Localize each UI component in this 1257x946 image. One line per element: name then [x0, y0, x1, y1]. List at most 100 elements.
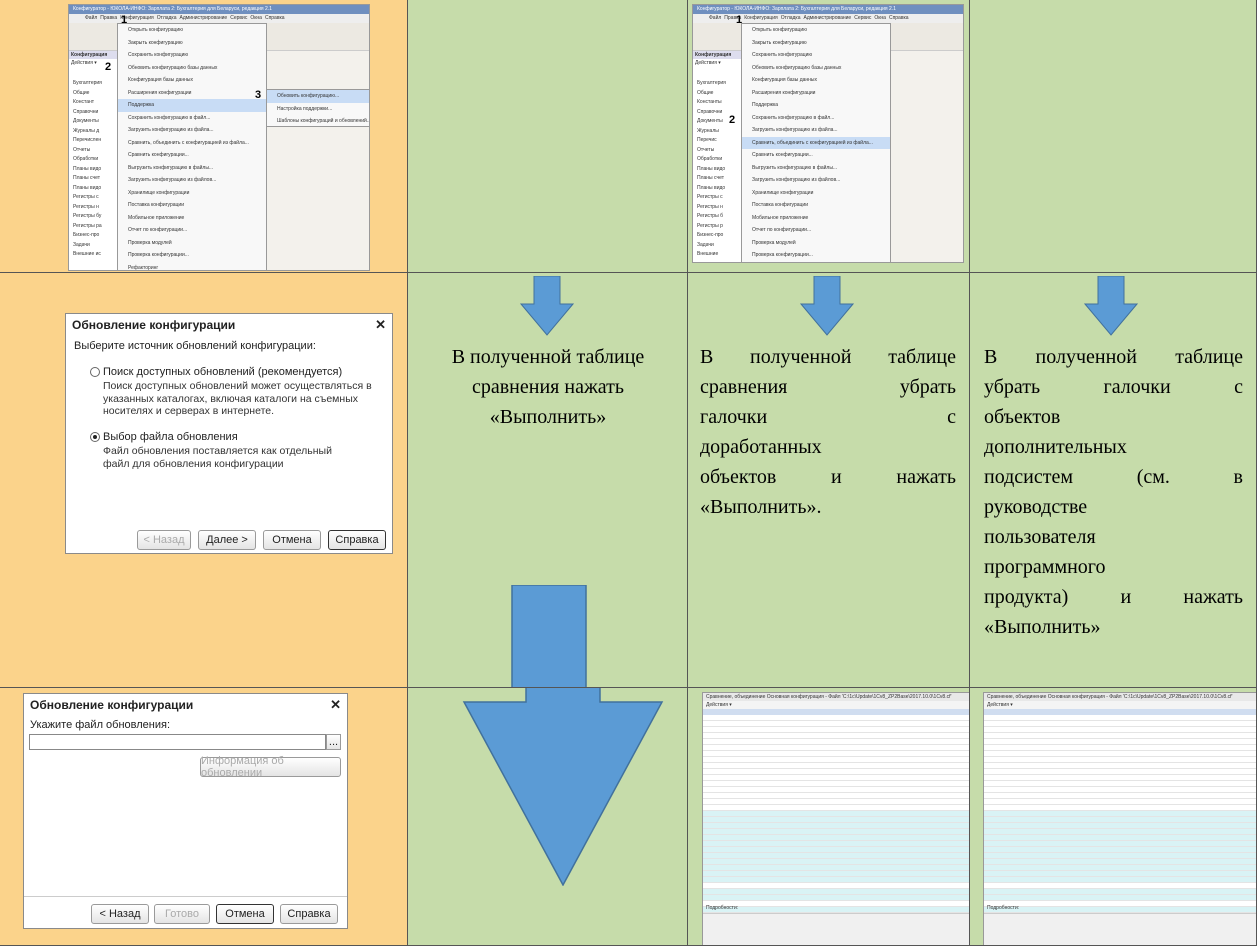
menu-item[interactable]: Обновить конфигурацию... [267, 90, 369, 103]
menu-item[interactable]: Загрузить конфигурацию из файла... [742, 124, 890, 137]
menubar-item[interactable]: Администрирование [804, 14, 852, 23]
done-button[interactable]: Готово [154, 904, 210, 924]
panel-actions[interactable]: Действия ▾ [693, 59, 742, 67]
menu-item[interactable]: Хранилище конфигурации [742, 187, 890, 200]
menubar-item[interactable]: Справка [889, 14, 909, 23]
radio-search-updates[interactable]: Поиск доступных обновлений (рекомендуетс… [90, 366, 342, 378]
close-icon[interactable]: ✕ [330, 697, 341, 713]
menubar-item[interactable]: Сервис [854, 14, 871, 23]
menu-item[interactable]: Отчет по конфигурации... [118, 224, 266, 237]
menu-item[interactable]: Закрыть конфигурацию [742, 37, 890, 50]
menu-item[interactable]: Хранилище конфигурации [118, 187, 266, 200]
menu-item[interactable]: Поставка конфигурации [742, 199, 890, 212]
menu-item[interactable]: Расширения конфигурации [118, 87, 266, 100]
menu-item[interactable]: Обновить конфигурацию базы данных [742, 62, 890, 75]
menu-item[interactable]: Сохранить конфигурацию [742, 49, 890, 62]
tree-item[interactable]: Бухгалтерия [693, 79, 742, 89]
cancel-button[interactable]: Отмена [263, 530, 321, 550]
menubar-item[interactable]: Окна [874, 14, 886, 23]
tree-item[interactable]: Общие [693, 89, 742, 99]
tree-item[interactable]: Документы [69, 117, 118, 127]
menubar-item[interactable]: Отладка [157, 14, 177, 23]
menu-item[interactable]: Загрузить конфигурацию из файлов... [118, 174, 266, 187]
tree-item[interactable]: Перечис [693, 136, 742, 146]
menu-item[interactable]: Рефакторинг [118, 262, 266, 271]
tree-item[interactable]: Задачи [693, 241, 742, 251]
tree-item[interactable]: Регистры бу [69, 212, 118, 222]
tree-item[interactable]: Внешние ис [69, 250, 118, 260]
menu-item[interactable]: Настройка поддержки... [267, 103, 369, 116]
tree-item[interactable]: Отчеты [693, 146, 742, 156]
menu-item[interactable]: Поддержка [118, 99, 266, 112]
tree-item[interactable]: Внешние [693, 250, 742, 260]
menu-item[interactable]: Закрыть конфигурацию [118, 37, 266, 50]
update-file-input[interactable] [29, 734, 326, 750]
menu-item[interactable]: Проверка модулей [742, 237, 890, 250]
menu-item[interactable]: Сравнить, объединить с конфигурацией из … [118, 137, 266, 150]
menu-item[interactable]: Конфигурация базы данных [118, 74, 266, 87]
tree-item[interactable]: Общие [69, 89, 118, 99]
menu-item[interactable]: Проверка конфигурации... [742, 249, 890, 262]
menubar-item[interactable]: Сервис [230, 14, 247, 23]
tree-item[interactable]: Журналы д [69, 127, 118, 137]
menu-item[interactable]: Мобильное приложение [118, 212, 266, 225]
toolbar-actions[interactable]: Действия ▾ [984, 701, 1256, 709]
tree-item[interactable]: Обработки [693, 155, 742, 165]
menu-item[interactable]: Сохранить конфигурацию в файл... [742, 112, 890, 125]
menu-item[interactable]: Сохранить конфигурацию в файл... [118, 112, 266, 125]
menu-item[interactable]: Загрузить конфигурацию из файлов... [742, 174, 890, 187]
cancel-button[interactable]: Отмена [216, 904, 274, 924]
menubar-item[interactable]: Отладка [781, 14, 801, 23]
tree-item[interactable]: Регистры с [693, 193, 742, 203]
tree-item[interactable]: Справочни [69, 108, 118, 118]
menu-item[interactable]: Поддержка [742, 99, 890, 112]
menu-item[interactable]: Сохранить конфигурацию [118, 49, 266, 62]
tree-item[interactable]: Планы счет [69, 174, 118, 184]
menubar-item[interactable]: Справка [265, 14, 285, 23]
menu-item[interactable]: Выгрузить конфигурацию в файлы... [118, 162, 266, 175]
menubar-item[interactable]: Конфигурация [744, 14, 778, 23]
tree-item[interactable]: Регистры ра [69, 222, 118, 232]
tree-item[interactable]: Планы счет [693, 174, 742, 184]
menu-item[interactable]: Обновить конфигурацию базы данных [118, 62, 266, 75]
tree-item[interactable]: Задачи [69, 241, 118, 251]
tree-item[interactable]: Регистры с [69, 193, 118, 203]
tree-item[interactable]: Планы видо [69, 165, 118, 175]
help-button[interactable]: Справка [280, 904, 338, 924]
tree-item[interactable]: Регистры н [693, 203, 742, 213]
tree-item[interactable]: Планы видо [693, 165, 742, 175]
radio-select-file[interactable]: Выбор файла обновления [90, 431, 238, 443]
menu-item[interactable]: Отчет по конфигурации... [742, 224, 890, 237]
tree-item[interactable]: Перечислен [69, 136, 118, 146]
next-button[interactable]: Далее > [198, 530, 256, 550]
menu-item[interactable]: Сравнить, объединить с конфигурацией из … [742, 136, 890, 149]
tree-item[interactable]: Бизнес-про [693, 231, 742, 241]
tree-item[interactable]: Планы видо [693, 184, 742, 194]
tree-item[interactable]: Обработки [69, 155, 118, 165]
menu-item[interactable]: Рефакторинг [742, 262, 890, 263]
help-button[interactable]: Справка [328, 530, 386, 550]
tree-item[interactable]: Журналы [693, 127, 742, 137]
tree-item[interactable]: Регистры н [69, 203, 118, 213]
menu-item[interactable]: Проверка модулей [118, 237, 266, 250]
menubar-item[interactable]: Окна [250, 14, 262, 23]
tree-item[interactable]: Бухгалтерия [69, 79, 118, 89]
menu-item[interactable]: Загрузить конфигурацию из файла... [118, 124, 266, 137]
back-button[interactable]: < Назад [91, 904, 149, 924]
browse-button[interactable]: ... [326, 734, 341, 750]
menu-item[interactable]: Мобильное приложение [742, 212, 890, 225]
menu-item[interactable]: Расширения конфигурации [742, 87, 890, 100]
tree-item[interactable]: Бизнес-про [69, 231, 118, 241]
menu-item[interactable]: Открыть конфигурацию [118, 24, 266, 37]
tree-item[interactable]: Планы видо [69, 184, 118, 194]
back-button[interactable]: < Назад [137, 530, 191, 550]
menubar-item[interactable]: Правка [100, 14, 117, 23]
tree-item[interactable]: Отчеты [69, 146, 118, 156]
menubar-item[interactable]: Файл [85, 14, 97, 23]
menu-item[interactable]: Открыть конфигурацию [742, 24, 890, 37]
toolbar-actions[interactable]: Действия ▾ [703, 701, 969, 709]
menu-item[interactable]: Сравнить конфигурации... [742, 149, 890, 162]
menu-item[interactable]: Конфигурация базы данных [742, 74, 890, 87]
menu-item[interactable]: Проверка конфигурации... [118, 249, 266, 262]
menu-item[interactable]: Сравнить конфигурации... [118, 149, 266, 162]
